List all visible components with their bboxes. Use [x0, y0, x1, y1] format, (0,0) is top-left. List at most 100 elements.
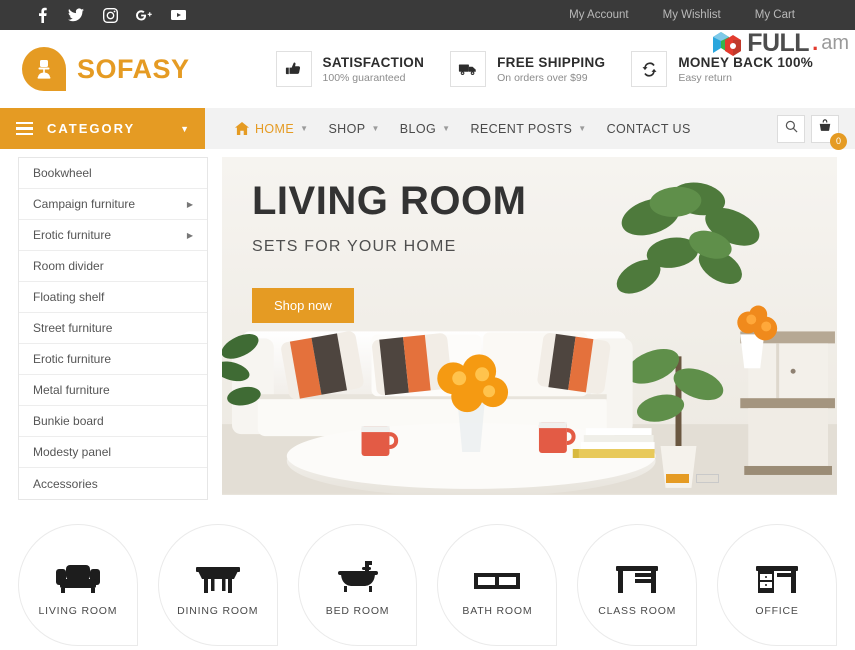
- nav-label: RECENT POSTS: [470, 121, 573, 136]
- service-title: SATISFACTION: [322, 54, 425, 70]
- slider-dot-1[interactable]: [666, 474, 689, 483]
- refresh-icon: [631, 51, 668, 87]
- logo-text: SOFASY: [77, 53, 190, 84]
- service-title: MONEY BACK 100%: [678, 54, 814, 70]
- hero-slider[interactable]: LIVING ROOM SETS FOR YOUR HOME Shop now: [222, 157, 837, 495]
- service-subtitle: 100% guaranteed: [322, 71, 406, 84]
- chevron-down-icon: ▼: [300, 124, 309, 133]
- hero-subtitle: SETS FOR YOUR HOME: [252, 238, 457, 255]
- room-card-label: OFFICE: [755, 605, 799, 617]
- sidebar-item-label: Accessories: [33, 476, 98, 491]
- sidebar-item-bunkie-board[interactable]: Bunkie board: [19, 406, 207, 437]
- social-links: [34, 7, 186, 23]
- category-menu-button[interactable]: CATEGORY ▼: [0, 108, 205, 149]
- nav-item-shop[interactable]: SHOP ▼: [318, 108, 389, 149]
- cart-count-badge: 0: [830, 132, 847, 150]
- top-bar: My Account My Wishlist My Cart: [0, 0, 855, 30]
- nav-label: BLOG: [399, 121, 437, 136]
- school-desk-icon: [613, 553, 661, 595]
- top-link-my-wishlist[interactable]: My Wishlist: [663, 9, 721, 21]
- sidebar-item-erotic-furniture[interactable]: Erotic furniture ▶: [19, 220, 207, 251]
- shopping-basket-icon: [818, 119, 832, 138]
- room-card-class-room[interactable]: CLASS ROOM: [577, 524, 698, 646]
- sidebar-item-bookwheel[interactable]: Bookwheel: [19, 158, 207, 189]
- sidebar-item-label: Floating shelf: [33, 290, 105, 304]
- nav-item-contact-us[interactable]: CONTACT US: [597, 108, 701, 149]
- sidebar-item-label: Modesty panel: [33, 445, 112, 459]
- nav-item-home[interactable]: HOME ▼: [225, 108, 318, 149]
- room-card-bath-room[interactable]: BATH ROOM: [437, 524, 558, 646]
- top-bar-links: My Account My Wishlist My Cart: [569, 9, 837, 21]
- room-card-bed-room[interactable]: BED ROOM: [297, 524, 418, 646]
- service-badges: SATISFACTION 100% guaranteed FREE SHIPPI…: [275, 51, 814, 87]
- room-card-office[interactable]: OFFICE: [717, 524, 837, 646]
- top-link-my-account[interactable]: My Account: [569, 9, 628, 21]
- sidebar-item-campaign-furniture[interactable]: Campaign furniture ▶: [19, 189, 207, 220]
- chevron-right-icon: ▶: [186, 230, 193, 240]
- nav-item-blog[interactable]: BLOG ▼: [390, 108, 461, 149]
- nav-item-recent-posts[interactable]: RECENT POSTS ▼: [460, 108, 596, 149]
- sidebar-item-accessories[interactable]: Accessories: [19, 468, 207, 499]
- bench-icon: [472, 553, 522, 595]
- nav-actions: 0: [777, 108, 855, 150]
- chair-logo-icon: [22, 47, 66, 91]
- office-desk-icon: [753, 553, 801, 595]
- service-satisfaction: SATISFACTION 100% guaranteed: [275, 51, 425, 87]
- facebook-icon[interactable]: [34, 7, 50, 23]
- google-plus-icon[interactable]: [136, 7, 152, 23]
- room-card-label: DINING ROOM: [177, 605, 259, 617]
- chevron-down-icon: ▼: [442, 124, 451, 133]
- sidebar-item-modesty-panel[interactable]: Modesty panel: [19, 437, 207, 468]
- sidebar-item-erotic-furniture-2[interactable]: Erotic furniture: [19, 344, 207, 375]
- bathtub-icon: [335, 553, 381, 595]
- home-icon: [235, 122, 249, 135]
- sidebar-item-metal-furniture[interactable]: Metal furniture: [19, 375, 207, 406]
- hero-title: LIVING ROOM: [252, 179, 527, 223]
- sidebar-item-label: Street furniture: [33, 321, 113, 335]
- hamburger-icon: [16, 121, 33, 136]
- sidebar-item-room-divider[interactable]: Room divider: [19, 251, 207, 282]
- main-navbar: CATEGORY ▼ HOME ▼ SHOP ▼ BLOG ▼ RECENT P…: [0, 108, 855, 150]
- shop-now-button[interactable]: Shop now: [252, 288, 354, 323]
- page-content: Bookwheel Campaign furniture ▶ Erotic fu…: [0, 157, 855, 500]
- instagram-icon[interactable]: [102, 7, 118, 23]
- sidebar-item-label: Bunkie board: [33, 414, 104, 428]
- thumbs-up-icon: [275, 51, 312, 87]
- twitter-icon[interactable]: [68, 7, 84, 23]
- search-icon: [785, 120, 798, 138]
- truck-icon: [450, 51, 487, 87]
- service-title: FREE SHIPPING: [497, 54, 606, 70]
- room-card-dining-room[interactable]: DINING ROOM: [157, 524, 278, 646]
- chevron-down-icon: ▼: [371, 124, 380, 133]
- nav-label: HOME: [255, 121, 295, 136]
- service-subtitle: On orders over $99: [497, 71, 588, 84]
- category-button-label: CATEGORY: [47, 121, 136, 136]
- site-logo[interactable]: SOFASY: [22, 47, 190, 91]
- youtube-icon[interactable]: [170, 7, 186, 23]
- sidebar-item-label: Campaign furniture: [33, 197, 136, 211]
- room-card-living-room[interactable]: LIVING ROOM: [18, 524, 138, 646]
- service-free-shipping: FREE SHIPPING On orders over $99: [450, 51, 605, 87]
- service-text-block: FREE SHIPPING On orders over $99: [497, 55, 605, 84]
- sidebar-item-street-furniture[interactable]: Street furniture: [19, 313, 207, 344]
- dining-table-icon: [194, 553, 242, 595]
- chevron-down-icon: ▼: [180, 123, 189, 134]
- sidebar-item-label: Room divider: [33, 259, 104, 273]
- sidebar-item-label: Erotic furniture: [33, 352, 112, 366]
- room-card-label: CLASS ROOM: [598, 605, 677, 617]
- sidebar-item-label: Erotic furniture: [33, 228, 112, 242]
- slider-dot-2[interactable]: [696, 474, 719, 483]
- sofa-icon: [54, 553, 102, 595]
- room-category-list: LIVING ROOM DINING ROOM BED ROOM BATH RO…: [0, 524, 855, 646]
- site-header: SOFASY SATISFACTION 100% guaranteed FREE…: [0, 30, 855, 108]
- search-button[interactable]: [777, 114, 805, 143]
- room-card-label: BATH ROOM: [462, 605, 533, 617]
- service-money-back: MONEY BACK 100% Easy return: [631, 51, 813, 87]
- top-link-my-cart[interactable]: My Cart: [755, 9, 795, 21]
- slider-pagination: [666, 474, 719, 483]
- chevron-down-icon: ▼: [578, 124, 587, 133]
- sidebar-item-label: Bookwheel: [33, 166, 92, 180]
- cart-button[interactable]: 0: [811, 114, 847, 150]
- sidebar-item-floating-shelf[interactable]: Floating shelf: [19, 282, 207, 313]
- chevron-right-icon: ▶: [186, 199, 193, 209]
